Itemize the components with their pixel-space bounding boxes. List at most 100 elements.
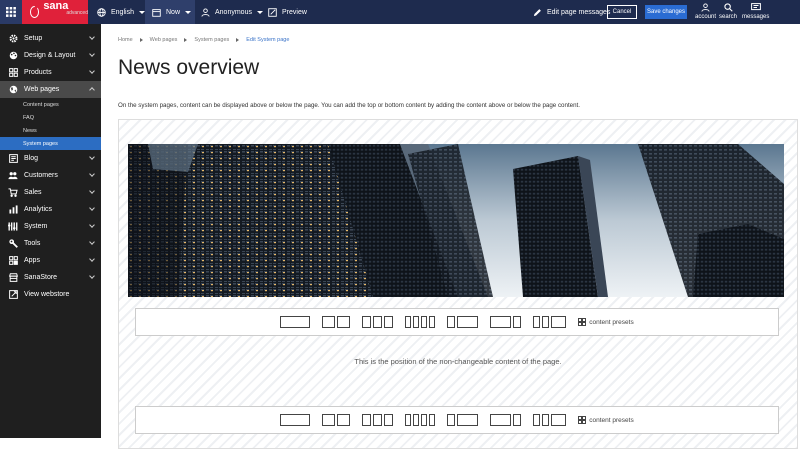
layout-4-columns-button[interactable] xyxy=(405,316,436,328)
sidebar-item-sales[interactable]: Sales xyxy=(0,184,101,201)
preview-icon xyxy=(268,7,277,17)
messages-button[interactable]: messages xyxy=(742,3,769,20)
external-link-icon xyxy=(8,290,18,300)
time-label: Now xyxy=(166,8,181,16)
cancel-button[interactable]: Cancel xyxy=(607,5,637,19)
hero-image[interactable] xyxy=(128,144,784,297)
sidebar-item-system[interactable]: System xyxy=(0,218,101,235)
breadcrumb-web-pages[interactable]: Web pages xyxy=(150,37,178,43)
calendar-icon xyxy=(152,8,161,17)
visitor-selector[interactable]: Anonymous xyxy=(201,0,263,24)
chevron-down-icon xyxy=(89,222,95,228)
chevron-down-icon xyxy=(89,273,95,279)
sidebar-item-label: Analytics xyxy=(24,206,53,213)
breadcrumb: Home Web pages System pages Edit System … xyxy=(118,37,289,43)
chevron-down-icon xyxy=(89,34,95,40)
breadcrumb-system-pages[interactable]: System pages xyxy=(194,37,229,43)
sidebar-subitem-system-pages[interactable]: System pages xyxy=(0,137,101,150)
top-content-row: content presets xyxy=(135,308,779,336)
gear-icon xyxy=(8,34,18,44)
sidebar-item-blog[interactable]: Blog xyxy=(0,150,101,167)
content-presets-label: content presets xyxy=(589,318,634,326)
apps-icon xyxy=(8,256,18,266)
sidebar-item-label: Web pages xyxy=(24,86,60,93)
messages-icon xyxy=(750,3,761,11)
layout-3-columns-button[interactable] xyxy=(362,414,394,426)
save-changes-button[interactable]: Save changes xyxy=(645,5,687,19)
layout-2-columns-button[interactable] xyxy=(322,414,351,426)
layout-2-1-columns-button[interactable] xyxy=(490,316,522,328)
messages-label: messages xyxy=(742,14,770,20)
cart-icon xyxy=(8,188,18,198)
language-selector[interactable]: English xyxy=(97,0,145,24)
logo-name: sana xyxy=(43,0,69,12)
sidebar-item-apps[interactable]: Apps xyxy=(0,252,101,269)
sidebar-item-label: Sales xyxy=(24,189,42,196)
search-icon xyxy=(723,3,733,12)
chevron-down-icon xyxy=(89,188,95,194)
preview-button[interactable]: Preview xyxy=(268,0,307,24)
sidebar-item-customers[interactable]: Customers xyxy=(0,167,101,184)
sidebar-item-analytics[interactable]: Analytics xyxy=(0,201,101,218)
account-button[interactable]: account xyxy=(695,3,716,20)
sidebar: Setup Design & Layout Products Web pages… xyxy=(0,24,101,438)
time-selector[interactable]: Now xyxy=(152,0,192,24)
sidebar-item-view-webstore[interactable]: View webstore xyxy=(0,286,101,303)
palette-icon xyxy=(8,51,18,61)
sidebar-item-label: Blog xyxy=(24,155,39,162)
search-label: search xyxy=(719,14,738,20)
search-button[interactable]: search xyxy=(719,3,737,20)
blog-icon xyxy=(8,154,18,164)
wrench-icon xyxy=(8,239,18,249)
layout-1-1-2-columns-button[interactable] xyxy=(533,414,567,426)
chevron-down-icon xyxy=(256,10,263,14)
chevron-down-icon xyxy=(89,256,95,262)
layout-4-columns-button[interactable] xyxy=(405,414,436,426)
layout-1-column-button[interactable] xyxy=(280,316,311,328)
sidebar-subitem-news[interactable]: News xyxy=(0,124,101,137)
sidebar-item-sanastore[interactable]: SanaStore xyxy=(0,269,101,286)
globe-icon xyxy=(97,7,106,17)
edit-page-messages-button[interactable]: Edit page messages xyxy=(533,0,610,24)
breadcrumb-home[interactable]: Home xyxy=(118,37,133,43)
chevron-down-icon xyxy=(185,10,192,14)
sidebar-item-setup[interactable]: Setup xyxy=(0,30,101,47)
apps-grid-icon[interactable] xyxy=(0,0,22,24)
chevron-down-icon xyxy=(89,239,95,245)
non-changeable-content-text: This is the position of the non-changeab… xyxy=(354,356,562,366)
breadcrumb-separator-icon xyxy=(139,38,143,42)
products-icon xyxy=(8,68,18,78)
content-presets-button[interactable]: content presets xyxy=(578,416,634,424)
sidebar-item-label: SanaStore xyxy=(24,274,58,281)
sidebar-item-label: System xyxy=(24,223,48,230)
sana-logo[interactable]: sana advanced xyxy=(22,0,88,24)
sidebar-subitem-faq[interactable]: FAQ xyxy=(0,111,101,124)
system-icon xyxy=(8,222,18,232)
bottom-content-row: content presets xyxy=(135,406,779,434)
sidebar-item-label: Setup xyxy=(24,35,43,42)
layout-1-2-columns-button[interactable] xyxy=(447,414,479,426)
sidebar-subitem-content-pages[interactable]: Content pages xyxy=(0,98,101,111)
layout-2-columns-button[interactable] xyxy=(322,316,351,328)
sidebar-item-label: Products xyxy=(24,69,52,76)
layout-1-2-columns-button[interactable] xyxy=(447,316,479,328)
layout-1-1-2-columns-button[interactable] xyxy=(533,316,567,328)
pencil-icon xyxy=(533,8,541,16)
content-presets-button[interactable]: content presets xyxy=(578,318,634,326)
main-content: Home Web pages System pages Edit System … xyxy=(101,24,800,449)
sidebar-item-tools[interactable]: Tools xyxy=(0,235,101,252)
sidebar-item-label: Apps xyxy=(24,257,40,264)
sidebar-item-products[interactable]: Products xyxy=(0,64,101,81)
skyscraper-image xyxy=(128,144,784,297)
store-icon xyxy=(8,273,18,283)
sidebar-item-web-pages[interactable]: Web pages xyxy=(0,81,101,98)
layout-3-columns-button[interactable] xyxy=(362,316,394,328)
page-intro: On the system pages, content can be disp… xyxy=(118,102,580,109)
chevron-down-icon xyxy=(89,154,95,160)
layout-2-1-columns-button[interactable] xyxy=(490,414,522,426)
layout-1-column-button[interactable] xyxy=(280,414,311,426)
page-title: News overview xyxy=(118,56,260,79)
chevron-down-icon xyxy=(89,171,95,177)
user-icon xyxy=(201,7,210,17)
sidebar-item-design-layout[interactable]: Design & Layout xyxy=(0,47,101,64)
